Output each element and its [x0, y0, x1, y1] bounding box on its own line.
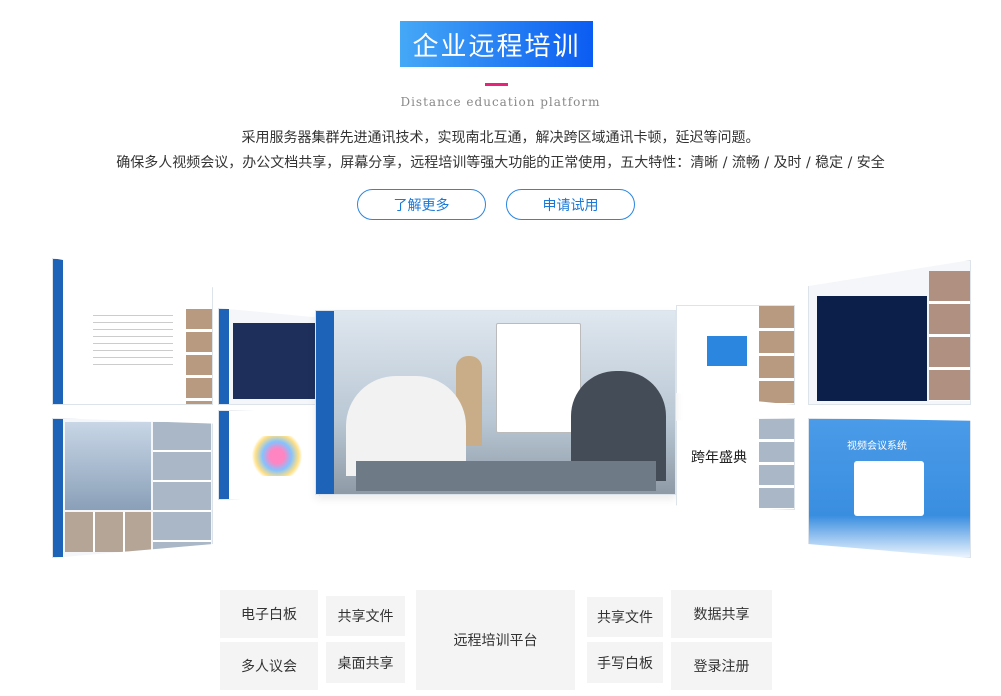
section-title: 企业远程培训 [400, 21, 593, 67]
feature-login-register[interactable]: 登录注册 [671, 642, 772, 690]
screenshot-presenter-panel [676, 305, 795, 405]
feature-share-files-right[interactable]: 共享文件 [587, 597, 663, 637]
title-divider [485, 83, 508, 86]
screenshot-video-grid-panel [52, 418, 213, 558]
feature-share-files[interactable]: 共享文件 [326, 596, 405, 636]
screenshot-login-panel: 视频会议系统 [808, 418, 971, 558]
learn-more-button[interactable]: 了解更多 [357, 189, 486, 220]
description-line-2: 确保多人视频会议，办公文档共享，屏幕分享，远程培训等强大功能的正常使用，五大特性… [116, 155, 885, 171]
screenshot-document-panel [52, 258, 213, 405]
apply-trial-button[interactable]: 申请试用 [506, 189, 635, 220]
event-text: 跨年盛典 [691, 450, 747, 466]
screenshot-training-meeting-photo [315, 310, 676, 495]
screenshot-apps-panel [218, 410, 320, 500]
screenshot-app-menu-panel [218, 308, 320, 405]
screenshot-dashboard-panel [808, 260, 971, 405]
feature-training-platform[interactable]: 远程培训平台 [416, 590, 575, 690]
section-subtitle: Distance education platform [400, 95, 601, 109]
feature-handwriting-board[interactable]: 手写白板 [587, 642, 663, 683]
feature-desktop-share[interactable]: 桌面共享 [326, 642, 405, 683]
login-panel-title: 视频会议系统 [847, 441, 907, 452]
feature-multi-meeting[interactable]: 多人议会 [220, 642, 318, 690]
feature-data-share[interactable]: 数据共享 [671, 590, 772, 638]
feature-whiteboard[interactable]: 电子白板 [220, 590, 318, 638]
screenshot-event-panel: 跨年盛典 [676, 418, 795, 510]
description-line-1: 采用服务器集群先进通讯技术，实现南北互通，解决跨区域通讯卡顿，延迟等问题。 [241, 130, 760, 146]
